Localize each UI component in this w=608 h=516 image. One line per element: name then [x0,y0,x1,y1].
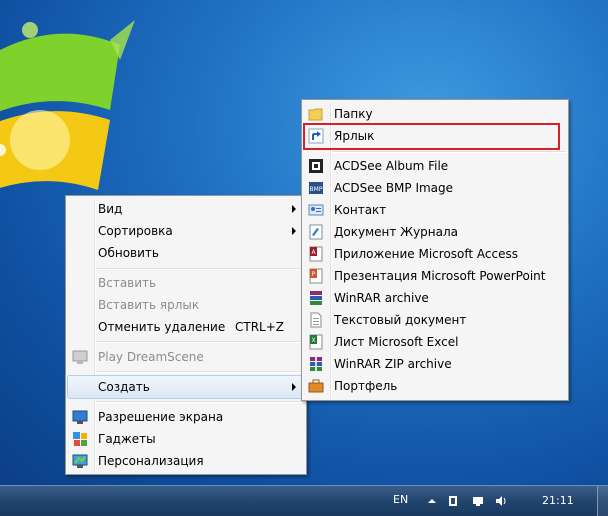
personalize-icon [72,454,88,468]
submenu-item-journal[interactable]: Документ Журнала [304,221,566,243]
menu-item-paste-shortcut[interactable]: Вставить ярлык [68,294,304,316]
menu-item-screen-resolution[interactable]: Разрешение экрана [68,406,304,428]
menu-item-personalization[interactable]: Персонализация [68,450,304,472]
submenu-item-text-document[interactable]: Текстовый документ [304,309,566,331]
submenu-item-winrar-zip[interactable]: WinRAR ZIP archive [304,353,566,375]
volume-icon[interactable] [495,495,507,507]
menu-item-label: Отменить удаление [98,320,226,334]
action-center-icon[interactable] [447,495,459,507]
submenu-item-excel[interactable]: X Лист Microsoft Excel [304,331,566,353]
svg-text:P: P [312,271,316,278]
submenu-item-label: Портфель [334,379,398,393]
menu-item-refresh[interactable]: Обновить [68,242,304,264]
taskbar: EN 21:11 [0,485,608,516]
contact-icon [308,204,324,216]
menu-item-paste[interactable]: Вставить [68,272,304,294]
submenu-item-label: Приложение Microsoft Access [334,247,518,261]
menu-item-play-dreamscene[interactable]: Play DreamScene [68,346,304,368]
show-desktop-button[interactable] [597,486,608,516]
svg-text:BMP: BMP [310,186,323,193]
submenu-item-label: WinRAR archive [334,291,429,305]
album-icon [309,159,323,173]
menu-item-label: Вставить [98,276,157,290]
menu-item-label: Play DreamScene [98,350,204,364]
menu-item-sort[interactable]: Сортировка [68,220,304,242]
rar-icon [310,291,322,305]
submenu-item-label: Лист Microsoft Excel [334,335,459,349]
submenu-item-label: Контакт [334,203,387,217]
excel-icon: X [309,334,323,350]
highlight-box [303,123,560,150]
menu-item-label: Создать [98,380,150,394]
svg-text:X: X [311,337,315,344]
submenu-item-contact[interactable]: Контакт [304,199,566,221]
folder-icon [308,108,323,121]
chevron-up-icon[interactable] [426,495,438,507]
dreamscene-icon [72,350,88,364]
submenu-item-powerpoint[interactable]: P Презентация Microsoft PowerPoint [304,265,566,287]
submenu-item-folder[interactable]: Папку [304,103,566,125]
submenu-item-acdsee-album[interactable]: ACDSee Album File [304,155,566,177]
menu-item-shortcut: CTRL+Z [234,320,284,334]
submenu-item-winrar[interactable]: WinRAR archive [304,287,566,309]
desktop-context-menu: Вид Сортировка Обновить Вставить Вставит… [65,195,307,475]
menu-item-create[interactable]: Создать [67,375,305,399]
menu-separator [96,401,304,403]
menu-item-gadgets[interactable]: Гаджеты [68,428,304,450]
language-indicator[interactable]: EN [393,493,408,506]
menu-separator [332,151,566,153]
menu-item-label: Персонализация [98,454,204,468]
menu-item-label: Сортировка [98,224,173,238]
submenu-item-label: Документ Журнала [334,225,459,239]
menu-item-label: Обновить [98,246,159,260]
menu-separator [96,341,304,343]
submenu-arrow-icon [292,205,296,213]
submenu-item-label: WinRAR ZIP archive [334,357,452,371]
menu-item-label: Вставить ярлык [98,298,200,312]
access-icon: A [309,246,323,262]
submenu-arrow-icon [292,227,296,235]
network-icon[interactable] [472,495,484,507]
menu-item-undo-delete[interactable]: Отменить удаление CTRL+Z [68,316,304,338]
powerpoint-icon: P [309,268,323,284]
submenu-arrow-icon [292,383,296,391]
clock[interactable]: 21:11 [542,494,574,507]
briefcase-icon [308,379,324,393]
menu-item-label: Вид [98,202,123,216]
menu-separator [96,268,304,270]
submenu-item-label: ACDSee BMP Image [334,181,454,195]
menu-item-label: Гаджеты [98,432,156,446]
bmp-icon: BMP [309,182,323,194]
menu-item-view[interactable]: Вид [68,198,304,220]
submenu-item-label: Папку [334,107,373,121]
zip-icon [310,357,322,371]
submenu-item-access[interactable]: A Приложение Microsoft Access [304,243,566,265]
submenu-item-briefcase[interactable]: Портфель [304,375,566,397]
text-document-icon [310,312,322,328]
submenu-item-label: Текстовый документ [334,313,467,327]
submenu-item-acdsee-bmp[interactable]: BMP ACDSee BMP Image [304,177,566,199]
submenu-item-label: Презентация Microsoft PowerPoint [334,269,546,283]
menu-item-label: Разрешение экрана [98,410,224,424]
monitor-icon [72,410,88,424]
submenu-item-label: ACDSee Album File [334,159,449,173]
journal-icon [309,224,323,240]
gadgets-icon [73,432,87,446]
menu-separator [96,371,304,373]
